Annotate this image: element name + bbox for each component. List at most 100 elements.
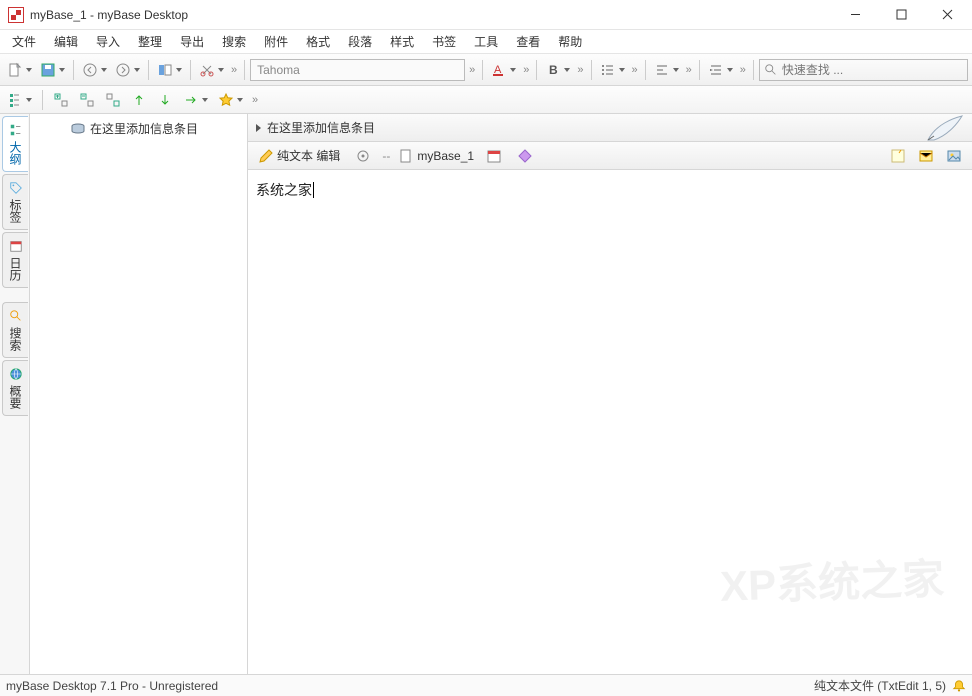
cut-button[interactable]	[196, 58, 227, 82]
goto-button[interactable]	[180, 88, 211, 112]
side-tab-overview[interactable]: 概要	[2, 360, 28, 416]
overflow-icon[interactable]: »	[521, 64, 531, 76]
main-area: 大纲 标签 日历 搜索 概要 在这里添加信息条目 在这里添加信息条目	[0, 114, 972, 674]
side-tab-calendar[interactable]: 日历	[2, 232, 28, 288]
back-button[interactable]	[79, 58, 110, 82]
new-button[interactable]	[4, 58, 35, 82]
titlebar: myBase_1 - myBase Desktop	[0, 0, 972, 30]
attach-button[interactable]	[914, 145, 938, 167]
editor-body[interactable]: 系统之家 XP系统之家	[248, 170, 972, 674]
overflow-icon[interactable]: »	[630, 64, 640, 76]
search-icon	[764, 63, 778, 77]
menu-search[interactable]: 搜索	[214, 30, 254, 53]
search-tab-icon	[9, 309, 23, 323]
overflow-icon[interactable]: »	[738, 64, 748, 76]
tag-button[interactable]	[513, 145, 540, 167]
overflow-icon[interactable]: »	[250, 94, 260, 106]
note-button[interactable]	[886, 145, 910, 167]
menu-paragraph[interactable]: 段落	[340, 30, 380, 53]
side-tab-search[interactable]: 搜索	[2, 302, 28, 358]
save-button[interactable]	[37, 58, 68, 82]
menu-format[interactable]: 格式	[298, 30, 338, 53]
outline-icon	[9, 123, 23, 137]
quill-icon	[922, 112, 966, 146]
edit-mode-label: 纯文本 编辑	[277, 147, 340, 164]
bell-icon[interactable]	[952, 679, 966, 693]
mode-sep: --	[382, 149, 390, 163]
align-button[interactable]	[651, 58, 682, 82]
move-down-button[interactable]	[154, 88, 176, 112]
doc-button[interactable]: myBase_1	[394, 145, 478, 167]
side-tab-label: 概要	[7, 385, 24, 409]
diamond-icon	[517, 148, 533, 164]
menu-organize[interactable]: 整理	[130, 30, 170, 53]
refresh-tree-button[interactable]	[102, 88, 124, 112]
favorite-button[interactable]	[215, 88, 246, 112]
globe-icon	[9, 367, 23, 381]
tree-item[interactable]: 在这里添加信息条目	[30, 118, 247, 139]
window-maximize-button[interactable]	[878, 0, 924, 30]
breadcrumb-bar: 在这里添加信息条目	[248, 114, 972, 142]
side-tab-tags[interactable]: 标签	[2, 174, 28, 230]
font-select[interactable]: Tahoma	[250, 59, 465, 81]
overflow-icon[interactable]: »	[467, 64, 477, 76]
sync-button[interactable]	[351, 145, 378, 167]
main-toolbar: » Tahoma » A » B » » » »	[0, 54, 972, 86]
window-minimize-button[interactable]	[832, 0, 878, 30]
menu-view[interactable]: 查看	[508, 30, 548, 53]
menu-import[interactable]: 导入	[88, 30, 128, 53]
menu-edit[interactable]: 编辑	[46, 30, 86, 53]
list-button[interactable]	[597, 58, 628, 82]
svg-text:B: B	[549, 63, 558, 77]
edit-mode-button[interactable]: 纯文本 编辑	[254, 145, 347, 167]
side-tab-label: 标签	[7, 199, 24, 223]
window-title: myBase_1 - myBase Desktop	[30, 8, 188, 22]
breadcrumb-label[interactable]: 在这里添加信息条目	[267, 119, 375, 136]
collapse-button[interactable]	[76, 88, 98, 112]
triangle-icon	[256, 124, 261, 132]
statusbar: myBase Desktop 7.1 Pro - Unregistered 纯文…	[0, 674, 972, 696]
forward-button[interactable]	[112, 58, 143, 82]
overflow-icon[interactable]: »	[229, 64, 239, 76]
indent-button[interactable]	[705, 58, 736, 82]
font-select-value: Tahoma	[257, 63, 300, 77]
watermark: XP系统之家	[700, 519, 964, 638]
quick-search-input[interactable]	[782, 63, 963, 77]
text-cursor	[313, 182, 314, 198]
side-tab-label: 大纲	[7, 141, 24, 165]
image-button[interactable]	[942, 145, 966, 167]
calendar-button[interactable]	[482, 145, 509, 167]
side-tab-outline[interactable]: 大纲	[2, 116, 28, 172]
expand-button[interactable]	[50, 88, 72, 112]
mode-bar: 纯文本 编辑 -- myBase_1	[248, 142, 972, 170]
note-icon	[890, 148, 906, 164]
menu-tools[interactable]: 工具	[466, 30, 506, 53]
menu-attach[interactable]: 附件	[256, 30, 296, 53]
quick-search-box[interactable]	[759, 59, 968, 81]
layout-button[interactable]	[154, 58, 185, 82]
side-tabs: 大纲 标签 日历 搜索 概要	[0, 114, 30, 674]
editor-content: 系统之家	[256, 182, 312, 198]
side-tab-label: 搜索	[7, 327, 24, 351]
menu-export[interactable]: 导出	[172, 30, 212, 53]
window-close-button[interactable]	[924, 0, 970, 30]
tree-item-label: 在这里添加信息条目	[90, 120, 198, 137]
tree-pane: 在这里添加信息条目	[30, 114, 248, 674]
menu-bookmark[interactable]: 书签	[424, 30, 464, 53]
tag-icon	[9, 181, 23, 195]
move-up-button[interactable]	[128, 88, 150, 112]
calendar-icon	[9, 239, 23, 253]
doc-name: myBase_1	[417, 149, 474, 163]
overflow-icon[interactable]: »	[575, 64, 585, 76]
font-color-button[interactable]: A	[488, 58, 519, 82]
overflow-icon[interactable]: »	[684, 64, 694, 76]
tree-toggle-button[interactable]	[4, 88, 35, 112]
attach-icon	[918, 148, 934, 164]
menu-style[interactable]: 样式	[382, 30, 422, 53]
page-icon	[398, 148, 414, 164]
menu-help[interactable]: 帮助	[550, 30, 590, 53]
status-left: myBase Desktop 7.1 Pro - Unregistered	[6, 679, 218, 693]
bold-button[interactable]: B	[542, 58, 573, 82]
menu-file[interactable]: 文件	[4, 30, 44, 53]
sync-icon	[355, 148, 371, 164]
